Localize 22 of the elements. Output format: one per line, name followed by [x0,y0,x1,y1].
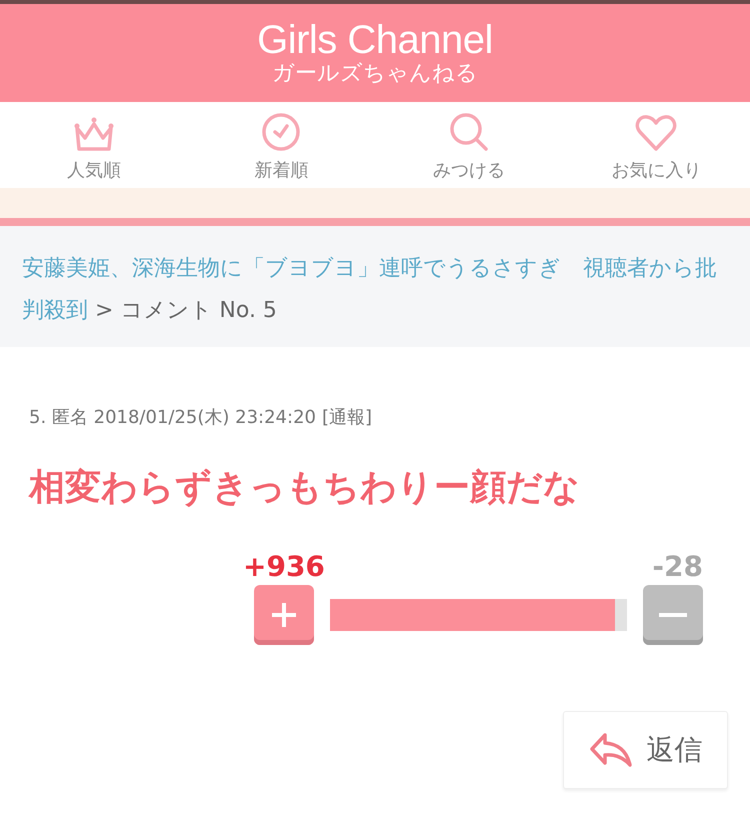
breadcrumb[interactable]: 安藤美姫、深海生物に「ブヨブヨ」連呼でうるさすぎ 視聴者から批判殺到 > コメント No. 5 [0,226,750,347]
reply-icon [588,732,632,768]
search-icon [448,112,489,152]
crown-icon [72,116,115,152]
reply-button[interactable]: 返信 [563,711,728,789]
comment-meta: 5. 匿名 2018/01/25(木) 23:24:20 [29,406,316,429]
plus-icon [270,601,298,629]
nav-tab[interactable]: 新着順 [188,102,375,188]
heart-icon [635,114,678,152]
report-link[interactable]: [通報] [322,405,372,429]
minus-count: -28 [652,550,703,583]
site-subtitle: ガールズちゃんねる [272,61,478,87]
plus-button[interactable] [254,585,314,645]
plus-count: +936 [243,550,325,583]
nav-tab[interactable]: お気に入り [562,102,750,188]
nav-tab[interactable]: みつける [375,102,562,188]
minus-icon [659,613,687,617]
site-logo[interactable]: Girls Channel [257,19,493,61]
nav-tab[interactable]: 人気順 [0,102,188,188]
clock-icon [261,112,302,152]
comment-text: 相変わらずきっもちわりー顔だな [29,466,581,510]
minus-button[interactable] [643,585,703,645]
